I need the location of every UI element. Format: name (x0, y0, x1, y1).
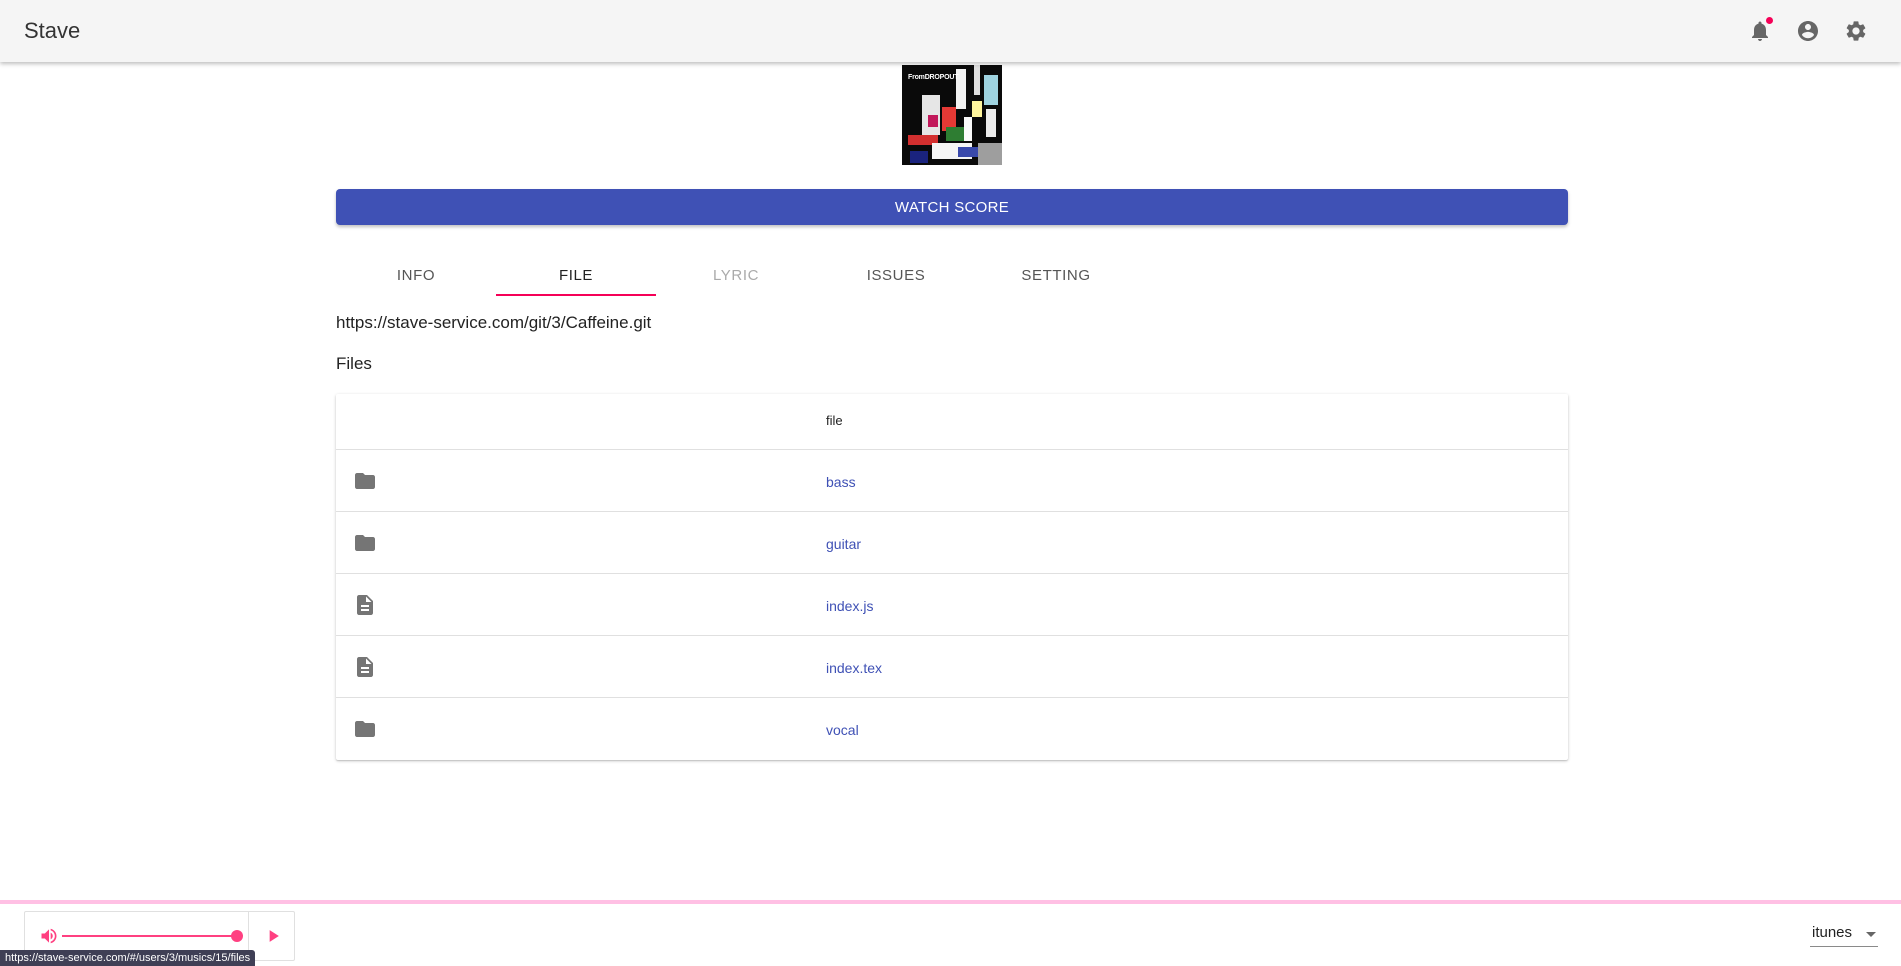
file-icon (353, 593, 377, 617)
chevron-down-icon (1866, 932, 1876, 937)
tab-file[interactable]: FILE (496, 254, 656, 296)
files-table: file bass guitar index.js index.tex voca… (336, 394, 1568, 760)
volume-slider-handle[interactable] (231, 930, 243, 942)
tab-bar: INFO FILE LYRIC ISSUES SETTING (336, 254, 1136, 296)
tab-setting[interactable]: SETTING (976, 254, 1136, 296)
watch-score-button[interactable]: WATCH SCORE (336, 189, 1568, 225)
volume-slider[interactable] (62, 935, 237, 937)
notifications-button[interactable] (1746, 17, 1774, 45)
tab-issues[interactable]: ISSUES (816, 254, 976, 296)
table-row[interactable]: index.tex (336, 636, 1568, 698)
tab-lyric[interactable]: LYRIC (656, 254, 816, 296)
files-heading: Files (336, 354, 372, 373)
folder-icon (353, 717, 377, 741)
repository-url: https://stave-service.com/git/3/Caffeine… (336, 313, 652, 332)
album-cover: FromDROPOUT (902, 65, 1002, 165)
file-link[interactable]: index.tex (826, 660, 882, 676)
volume-icon[interactable] (39, 926, 59, 946)
folder-icon (353, 469, 377, 493)
table-row[interactable]: vocal (336, 698, 1568, 760)
file-link[interactable]: guitar (826, 536, 861, 552)
gear-icon (1846, 21, 1866, 41)
table-header: file (336, 394, 1568, 450)
app-title: Stave (24, 18, 81, 43)
tab-info[interactable]: INFO (336, 254, 496, 296)
column-header-file: file (826, 413, 843, 428)
account-circle-icon (1798, 21, 1818, 41)
source-select[interactable]: itunes (1810, 921, 1878, 947)
table-row[interactable]: bass (336, 450, 1568, 512)
album-cover-text: FromDROPOUT (908, 74, 959, 81)
browser-status-url: https://stave-service.com/#/users/3/musi… (0, 950, 256, 966)
file-link[interactable]: bass (826, 474, 856, 490)
source-select-value: itunes (1812, 924, 1853, 941)
audio-player: itunes (0, 904, 1901, 966)
settings-button[interactable] (1842, 17, 1870, 45)
table-row[interactable]: guitar (336, 512, 1568, 574)
play-button[interactable] (263, 926, 283, 946)
notification-badge (1766, 17, 1773, 24)
table-row[interactable]: index.js (336, 574, 1568, 636)
app-bar: Stave (0, 0, 1901, 62)
account-button[interactable] (1794, 17, 1822, 45)
play-icon (269, 930, 279, 942)
file-icon (353, 655, 377, 679)
file-link[interactable]: index.js (826, 598, 873, 614)
folder-icon (353, 531, 377, 555)
file-link[interactable]: vocal (826, 722, 859, 738)
